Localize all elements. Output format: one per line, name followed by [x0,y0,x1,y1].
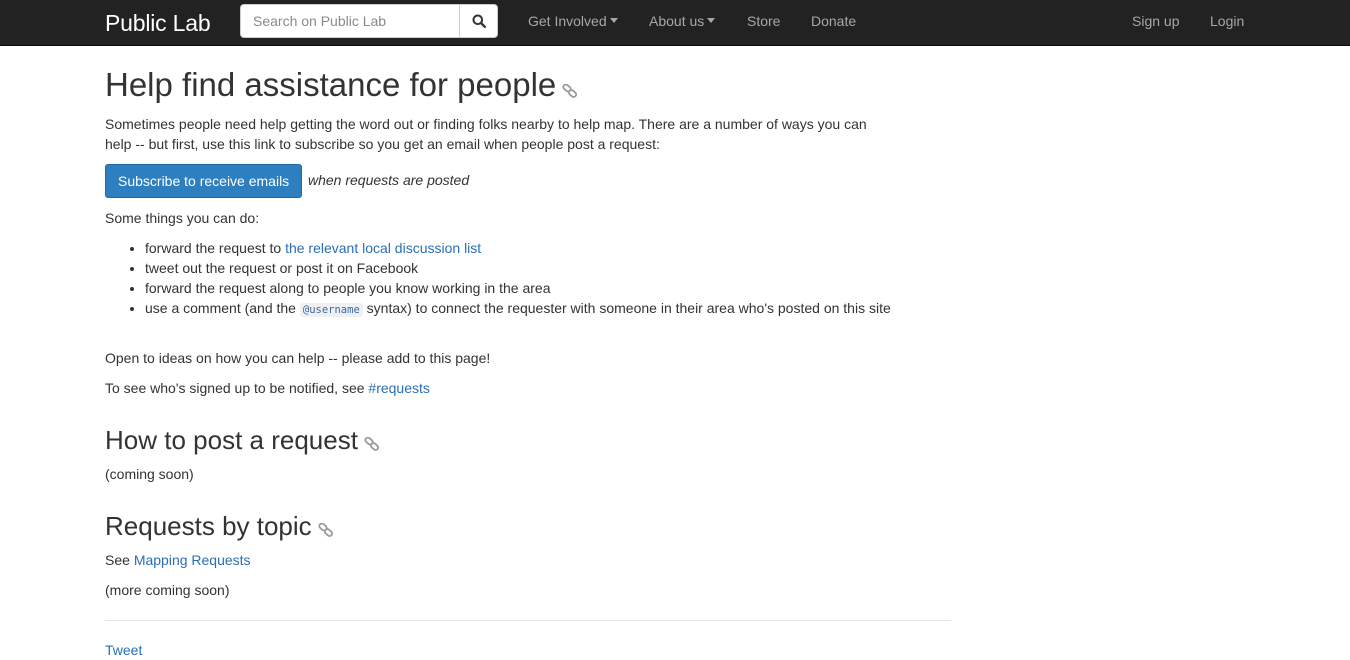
search-button[interactable] [459,4,498,38]
top-navbar: Public Lab Get Involved About us Store D… [0,0,1350,46]
chain-link-icon [562,83,578,99]
requests-tag-link[interactable]: #requests [368,380,429,396]
list-item: tweet out the request or post it on Face… [145,258,935,278]
section-heading-how-to-post: How to post a request [105,425,380,457]
list-item: forward the request to the relevant loca… [145,238,935,258]
subscribe-note: when requests are posted [308,172,470,188]
local-discussion-list-link[interactable]: the relevant local discussion list [285,240,481,256]
list-item: use a comment (and the @username syntax)… [145,298,935,320]
nav-get-involved-label: Get Involved [528,13,607,29]
search-icon [472,14,486,28]
caret-down-icon [609,18,618,23]
page-title-text: Help find assistance for people [105,66,557,103]
nav-about-us-dropdown[interactable]: About us [649,13,716,29]
suggestions-list: forward the request to the relevant loca… [105,238,935,320]
mapping-requests-link[interactable]: Mapping Requests [134,552,251,568]
signed-up-text: To see who's signed up to be notified, s… [105,380,369,396]
section-heading-text: Requests by topic [105,511,312,541]
section-heading-requests-by-topic: Requests by topic [105,511,334,543]
things-intro: Some things you can do: [105,210,260,226]
nav-about-us-label: About us [649,13,705,29]
tweet-link[interactable]: Tweet [105,640,142,660]
page-title: Help find assistance for people [105,66,578,106]
divider [105,620,951,621]
nav-sign-up-link[interactable]: Sign up [1132,13,1179,29]
see-mapping-requests-paragraph: See Mapping Requests [105,550,895,570]
section-anchor-link[interactable] [318,513,334,543]
see-text: See [105,552,134,568]
brand-logo-link[interactable]: Public Lab [105,9,211,37]
nav-get-involved-dropdown[interactable]: Get Involved [528,13,618,29]
signed-up-paragraph: To see who's signed up to be notified, s… [105,378,895,398]
list-item-text: use a comment (and the [145,300,300,316]
search-input[interactable] [240,4,460,38]
intro-paragraph: Sometimes people need help getting the w… [105,116,867,152]
open-ideas-text: Open to ideas on how you can help -- ple… [105,350,491,366]
section-anchor-link[interactable] [364,427,380,457]
nav-store-link[interactable]: Store [747,13,780,29]
more-coming-soon-text: (more coming soon) [105,582,230,598]
title-anchor-link[interactable] [562,68,578,106]
nav-donate-link[interactable]: Donate [811,13,856,29]
chain-link-icon [318,522,333,537]
list-item: forward the request along to people you … [145,278,935,298]
caret-down-icon [707,18,716,23]
section-heading-text: How to post a request [105,425,358,455]
nav-login-link[interactable]: Login [1210,13,1244,29]
list-item-text: forward the request to [145,240,286,256]
chain-link-icon [364,436,379,451]
coming-soon-text: (coming soon) [105,466,194,482]
subscribe-button[interactable]: Subscribe to receive emails [105,164,303,198]
username-code: @username [299,303,363,317]
list-item-text: syntax) to connect the requester with so… [362,300,891,316]
